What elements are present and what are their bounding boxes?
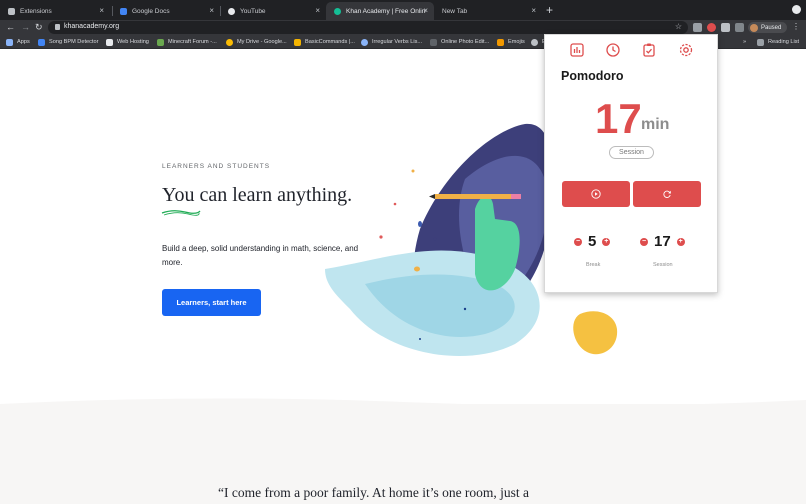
break-value: 5 [588,233,597,250]
tab-label: New Tab [442,7,468,15]
bookmark-favicon-icon [497,38,504,46]
reading-list-label: Reading List [768,39,800,45]
browser-window: Extensions × Google Docs × YouTube × Kha… [0,0,806,504]
pomodoro-extension-icon[interactable] [707,23,716,32]
tab-close-icon[interactable]: × [99,6,104,15]
bookmark-apps[interactable]: Apps [6,37,30,47]
bookmark-irregular-verbs[interactable]: Irregular Verbs Lis... [361,37,422,47]
tab-close-icon[interactable]: × [423,6,428,15]
tab-strip: Extensions × Google Docs × YouTube × Kha… [0,0,806,20]
bookmark-favicon-icon [531,38,538,46]
reload-button[interactable]: ↻ [35,21,43,33]
window-control-icon[interactable] [792,5,801,14]
tab-label: Extensions [20,7,52,15]
tab-close-icon[interactable]: × [315,6,320,15]
tab-label: YouTube [240,7,266,15]
stats-chart-icon[interactable] [569,42,585,58]
pomodoro-popup: Pomodoro 17 min Session − 5 + Break − 17… [544,34,718,293]
profile-status: Paused [761,24,782,31]
bookmark-basiccommands[interactable]: BasicCommands |... [294,37,355,47]
youtube-icon [228,7,235,15]
profile-button[interactable]: Paused [748,22,788,33]
menu-icon[interactable]: ⋮ [792,22,800,31]
bookmark-my-drive[interactable]: My Drive - Google... [226,37,287,47]
bookmark-online-photo-editor[interactable]: Online Photo Edit... [430,37,489,47]
bookmark-label: Minecraft Forum -... [168,39,217,45]
bookmark-label: BasicCommands |... [305,39,355,45]
google-docs-icon [120,7,127,15]
toolbar: ← → ↻ khanacademy.org ☆ Paused ⋮ [0,20,806,35]
tab-label: Google Docs [132,7,170,15]
reading-list-icon[interactable] [735,23,744,32]
bookmark-label: Song BPM Detector [49,39,99,45]
tab-close-icon[interactable]: × [531,6,536,15]
bookmark-label: Online Photo Edit... [441,39,490,45]
refresh-icon [663,190,671,198]
bookmark-label: Web Hosting [117,39,149,45]
puzzle-icon [8,7,15,15]
reset-button[interactable] [633,181,701,207]
timer-unit: min [641,116,670,133]
bookmark-label: Irregular Verbs Lis... [372,39,423,45]
reading-list-button[interactable]: Reading List [757,37,799,47]
bookmark-favicon-icon [361,38,368,46]
break-label: Break [586,262,601,268]
bookmark-favicon-icon [157,38,164,46]
mode-badge: Session [609,146,654,159]
session-stepper: − 17 + [640,233,685,251]
bookmark-favicon-icon [106,38,113,46]
bookmark-song-bpm[interactable]: Song BPM Detector [38,37,98,47]
tab-khan-academy[interactable]: Khan Academy | Free Online C × [326,2,434,20]
tab-extensions[interactable]: Extensions × [0,2,110,20]
tab-new-tab[interactable]: New Tab × [434,2,542,20]
bookmark-star-icon[interactable]: ☆ [675,22,682,31]
bookmark-label: Apps [17,39,30,45]
tab-close-icon[interactable]: × [209,6,214,15]
reading-list-icon [757,38,764,46]
bookmark-emojis[interactable]: Emojis [497,37,525,47]
bookmark-favicon-icon [430,38,437,46]
session-label: Session [653,262,673,268]
learners-start-button[interactable]: Learners, start here [162,289,261,316]
break-decrease-button[interactable]: − [574,238,582,246]
break-increase-button[interactable]: + [602,238,611,246]
bookmark-label: Emojis [508,39,525,45]
session-increase-button[interactable]: + [676,238,685,246]
bookmark-favicon-icon [38,38,45,46]
session-decrease-button[interactable]: − [640,238,648,246]
clock-icon[interactable] [605,42,621,58]
page-eyebrow: LEARNERS AND STUDENTS [162,163,271,170]
timer-value: 17 [595,95,642,142]
gear-icon[interactable] [678,42,694,58]
play-icon [591,189,601,199]
extensions-puzzle-icon[interactable] [721,23,730,32]
headline-underline-decoration [161,210,201,216]
bookmark-minecraft-forum[interactable]: Minecraft Forum -... [157,37,217,47]
start-button[interactable] [562,181,630,207]
popup-title: Pomodoro [561,69,624,83]
url-text: khanacademy.org [64,23,120,30]
bookmark-label: My Drive - Google... [237,39,287,45]
avatar [750,23,758,32]
testimonial-quote: “I come from a poor family. At home it’s… [218,485,530,500]
forward-button[interactable]: → [21,21,30,33]
google-drive-icon [226,38,233,46]
bookmark-favicon-icon [294,38,301,46]
lock-icon [55,24,60,30]
session-value: 17 [654,233,671,250]
wave-divider-decoration [0,398,806,414]
bookmarks-more-button[interactable]: » [743,37,746,47]
tab-google-docs[interactable]: Google Docs × [112,2,220,20]
break-stepper: − 5 + [574,233,611,251]
bookmark-web-hosting[interactable]: Web Hosting [106,37,149,47]
clipboard-check-icon[interactable] [641,42,657,58]
address-bar[interactable]: khanacademy.org ☆ [48,21,688,34]
tab-youtube[interactable]: YouTube × [220,2,326,20]
apps-grid-icon [6,38,13,46]
back-button[interactable]: ← [6,21,15,33]
new-tab-button[interactable]: + [546,3,553,17]
tab-label: Khan Academy | Free Online C [346,7,426,15]
extension-icon[interactable] [693,23,702,32]
khan-academy-icon [334,7,341,15]
